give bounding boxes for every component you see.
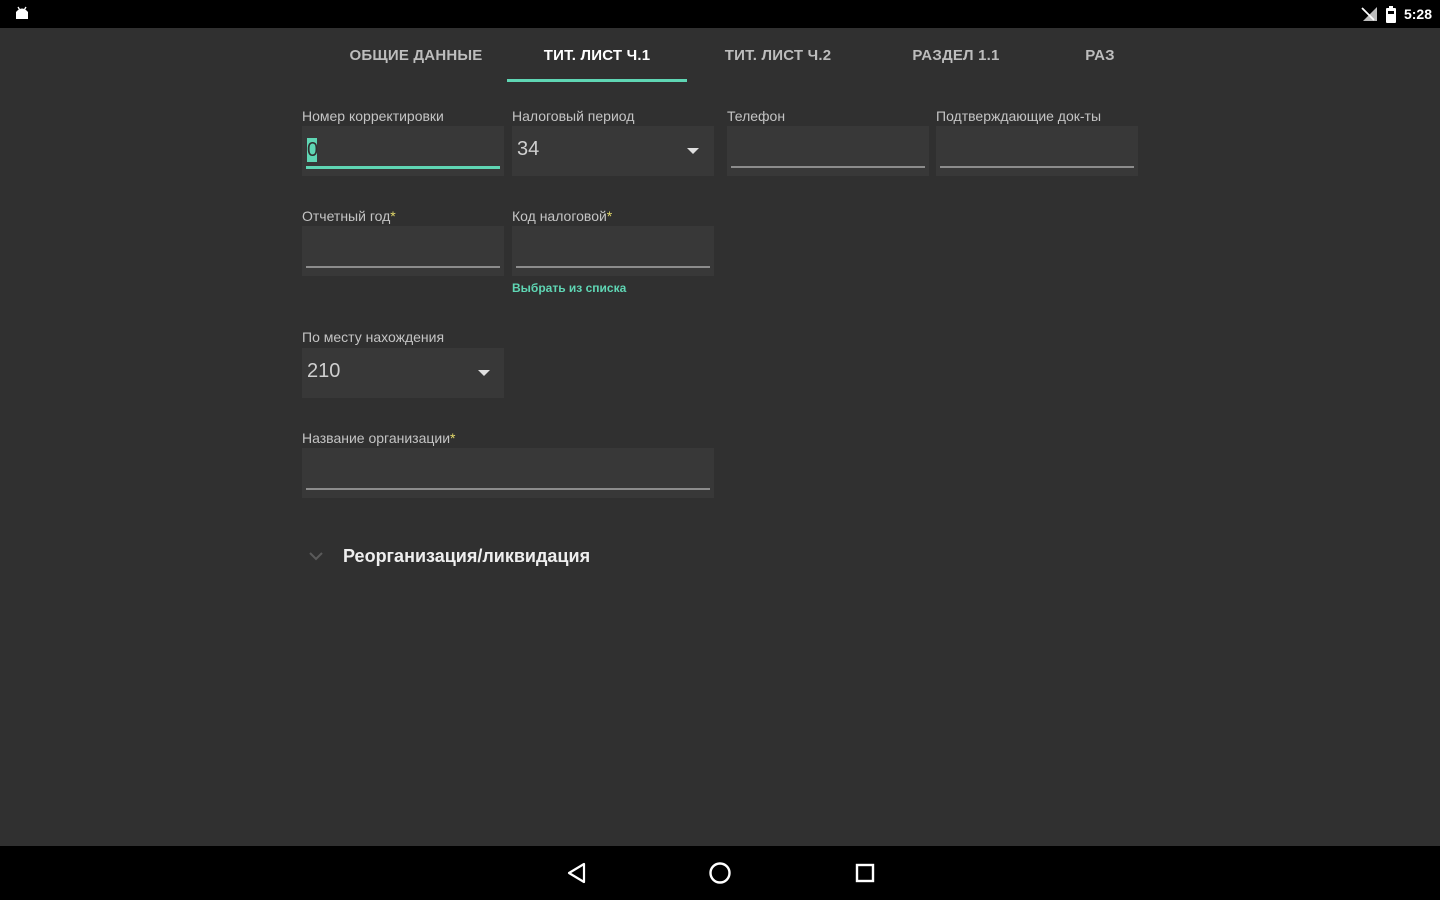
org-name-input[interactable] [302, 448, 714, 498]
required-mark: * [450, 430, 456, 446]
tax-period-value: 34 [517, 138, 540, 160]
battery-icon [1385, 5, 1396, 23]
navigation-bar [0, 846, 1440, 900]
tab-section-partial[interactable]: РАЗ [1070, 28, 1130, 82]
choose-from-list-link[interactable]: Выбрать из списка [512, 281, 626, 295]
reporting-year-label: Отчетный год* [302, 208, 396, 224]
recents-button[interactable] [850, 858, 880, 888]
tab-bar: ОБЩИЕ ДАННЫЕ ТИТ. ЛИСТ Ч.1 ТИТ. ЛИСТ Ч.2… [300, 28, 1140, 82]
android-icon [16, 6, 28, 19]
tax-code-label: Код налоговой* [512, 208, 613, 224]
tab-title-sheet-1[interactable]: ТИТ. ЛИСТ Ч.1 [507, 28, 687, 82]
correction-number-input[interactable]: 0 [302, 126, 504, 176]
org-name-label: Название организации* [302, 430, 456, 446]
correction-number-value: 0 [307, 138, 319, 162]
location-label: По месту нахождения [302, 329, 445, 345]
tab-section-1-1[interactable]: РАЗДЕЛ 1.1 [876, 28, 1036, 82]
status-icons: 5:28 [1360, 5, 1432, 23]
dropdown-arrow-icon [687, 148, 699, 154]
input-underline [306, 488, 710, 490]
location-select[interactable]: 210 [302, 348, 504, 398]
input-underline [731, 166, 925, 168]
tab-general-data[interactable]: ОБЩИЕ ДАННЫЕ [336, 28, 496, 82]
tax-period-select[interactable]: 34 [512, 126, 714, 176]
signal-off-icon [1361, 7, 1377, 21]
input-underline [306, 266, 500, 268]
dropdown-arrow-icon [478, 370, 490, 376]
correction-number-label: Номер корректировки [302, 108, 444, 124]
phone-input[interactable] [727, 126, 929, 176]
status-bar: 5:28 [0, 0, 1440, 28]
input-underline [306, 166, 500, 169]
status-time: 5:28 [1403, 6, 1432, 22]
recents-icon [855, 863, 875, 883]
required-mark: * [606, 208, 613, 224]
reorganization-section-title: Реорганизация/ликвидация [343, 545, 591, 566]
chevron-down-icon [302, 542, 330, 570]
tax-code-input[interactable] [512, 226, 714, 276]
input-underline [516, 266, 710, 268]
back-icon [567, 862, 586, 884]
reorganization-section-header[interactable]: Реорганизация/ликвидация [302, 540, 590, 572]
input-underline [940, 166, 1134, 168]
reporting-year-input[interactable] [302, 226, 504, 276]
phone-label: Телефон [727, 108, 786, 124]
home-icon [709, 862, 731, 884]
active-tab-indicator [507, 79, 687, 82]
supporting-docs-label: Подтверждающие док-ты [936, 108, 1102, 124]
back-button[interactable] [562, 858, 592, 888]
supporting-docs-input[interactable] [936, 126, 1138, 176]
tax-period-label: Налоговый период [512, 108, 635, 124]
required-mark: * [390, 208, 396, 224]
home-button[interactable] [705, 858, 735, 888]
location-value: 210 [307, 360, 341, 382]
tab-title-sheet-2[interactable]: ТИТ. ЛИСТ Ч.2 [698, 28, 858, 82]
